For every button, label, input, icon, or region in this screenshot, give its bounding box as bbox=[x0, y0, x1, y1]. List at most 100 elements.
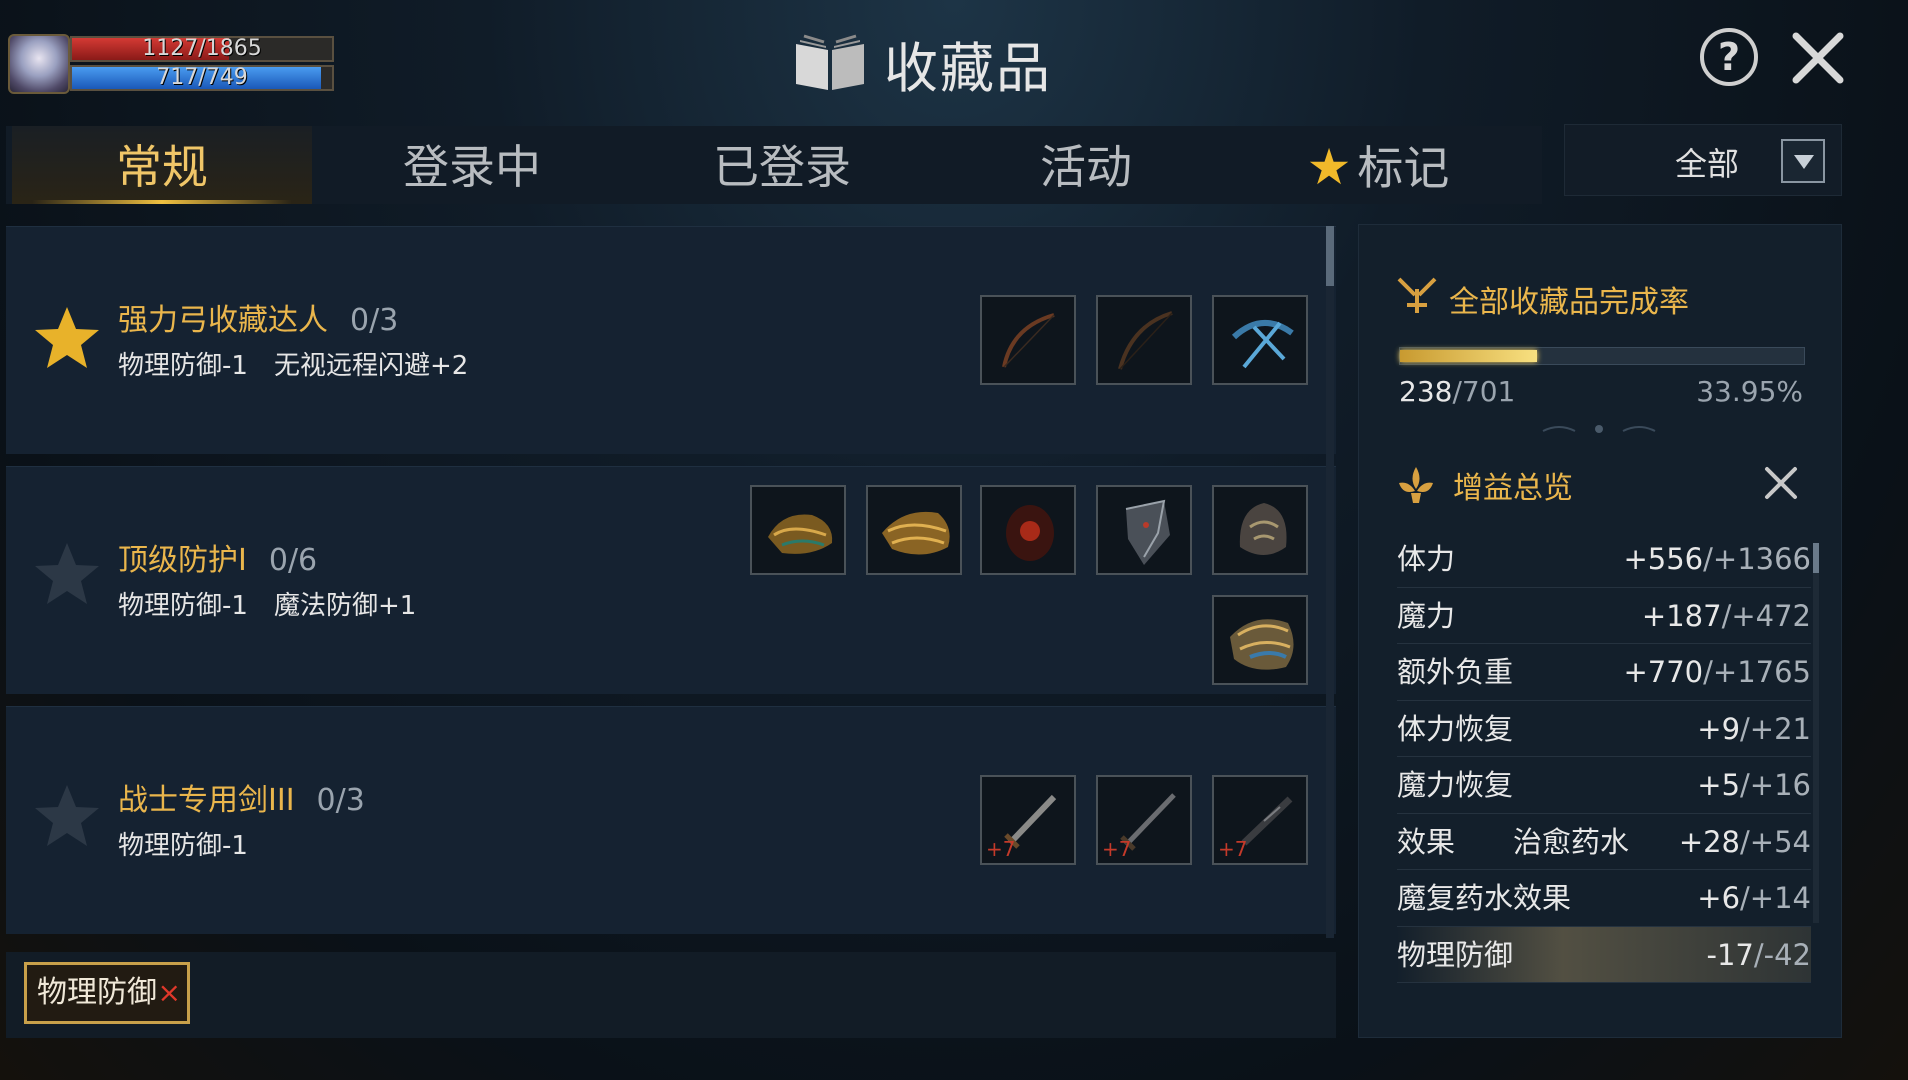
tab-label: 登录中 bbox=[403, 140, 541, 194]
item-slot[interactable] bbox=[1096, 295, 1192, 385]
stat-value: +6/+14 bbox=[1697, 870, 1811, 926]
stat-total: /+21 bbox=[1740, 711, 1811, 746]
chevron-down-icon[interactable] bbox=[1781, 139, 1825, 183]
stat-row: 魔复药水效果 +6/+14 bbox=[1397, 870, 1811, 927]
tab-general[interactable]: 常规 bbox=[12, 126, 312, 204]
item-slot[interactable]: +7 bbox=[1212, 775, 1308, 865]
list-scrollbar[interactable] bbox=[1326, 226, 1334, 938]
scrollbar-thumb[interactable] bbox=[1326, 226, 1334, 286]
item-slot[interactable] bbox=[1096, 485, 1192, 575]
stat-value: +187/+472 bbox=[1642, 588, 1811, 644]
stat-value: +556/+1366 bbox=[1623, 531, 1811, 587]
bonus-text: 魔法防御+1 bbox=[273, 591, 417, 621]
stat-scrollbar[interactable] bbox=[1813, 543, 1819, 923]
item-slot[interactable] bbox=[1212, 295, 1308, 385]
tab-label: 活动 bbox=[1040, 140, 1132, 194]
star-icon-filled[interactable] bbox=[32, 303, 102, 373]
gauntlet-icon bbox=[882, 511, 950, 555]
collection-bonuses: 物理防御-1 魔法防御+1 bbox=[118, 585, 416, 622]
collection-screen: 1127/1865 717/749 收藏品 ? 常规 登录中 已登录 活动 ★ … bbox=[0, 0, 1908, 1080]
collection-title: 顶级防护I 0/6 bbox=[118, 535, 317, 579]
item-slot[interactable]: +7 bbox=[980, 775, 1076, 865]
stat-value: +9/+21 bbox=[1697, 701, 1811, 757]
enhance-level: +7 bbox=[986, 837, 1016, 861]
bonus-text: 无视远程闪避+2 bbox=[273, 351, 469, 381]
gauntlet-icon bbox=[768, 514, 833, 554]
item-slot[interactable] bbox=[980, 485, 1076, 575]
tab-label: 标记 bbox=[1357, 141, 1450, 195]
crossbow-icon bbox=[1231, 319, 1294, 369]
filter-dropdown[interactable]: 全部 bbox=[1564, 124, 1842, 196]
collection-row[interactable]: 强力弓收藏达人 0/3 物理防御-1 无视远程闪避+2 bbox=[6, 226, 1336, 454]
stat-total: /+1765 bbox=[1703, 655, 1811, 689]
star-icon-empty[interactable] bbox=[32, 781, 102, 851]
tab-marked[interactable]: ★ 标记 bbox=[1228, 126, 1528, 204]
cloak-icon bbox=[1006, 505, 1054, 561]
stat-row: 魔力 +187/+472 bbox=[1397, 588, 1811, 644]
item-slot[interactable] bbox=[1212, 485, 1308, 575]
stat-total: /+472 bbox=[1721, 598, 1811, 633]
stat-value: +5/+16 bbox=[1697, 757, 1811, 813]
stat-value: +28/+54 bbox=[1679, 814, 1811, 870]
divider-ornament bbox=[1542, 425, 1656, 433]
completion-progress-fill bbox=[1400, 350, 1538, 362]
sword-crest-icon bbox=[1397, 277, 1437, 313]
collection-count: 0/3 bbox=[316, 783, 365, 818]
collection-row[interactable]: 战士专用剑III 0/3 物理防御-1 +7 +7 +7 bbox=[6, 706, 1336, 934]
help-button[interactable]: ? bbox=[1700, 28, 1758, 86]
bracer-icon bbox=[1230, 619, 1294, 670]
stat-row: 魔力恢复 +5/+16 bbox=[1397, 757, 1811, 814]
close-icon[interactable] bbox=[1759, 461, 1803, 505]
book-icon bbox=[790, 32, 870, 94]
item-slot[interactable] bbox=[750, 485, 846, 575]
scrollbar-thumb[interactable] bbox=[1813, 543, 1819, 573]
tab-label: 常规 bbox=[116, 140, 208, 194]
stat-name: 魔力恢复 bbox=[1397, 768, 1514, 802]
stat-value: +770/+1765 bbox=[1623, 644, 1811, 700]
stat-row: 效果 治愈药水 +28/+54 bbox=[1397, 814, 1811, 870]
stat-name: 额外负重 bbox=[1397, 655, 1514, 689]
collection-count: 0/3 bbox=[350, 303, 399, 338]
filter-tag[interactable]: 物理防御 × bbox=[24, 962, 190, 1024]
star-icon-empty[interactable] bbox=[32, 539, 102, 609]
remove-tag-icon[interactable]: × bbox=[158, 965, 181, 1021]
bonus-text: 物理防御-1 bbox=[118, 351, 248, 381]
helmet-icon bbox=[1239, 503, 1287, 555]
stat-total: /+14 bbox=[1740, 881, 1811, 915]
stat-current: +5 bbox=[1697, 768, 1741, 802]
item-slot[interactable] bbox=[1212, 595, 1308, 685]
player-avatar[interactable] bbox=[8, 34, 70, 94]
completion-progress bbox=[1399, 347, 1805, 365]
completion-title: 全部收藏品完成率 bbox=[1449, 285, 1689, 320]
fleur-icon bbox=[1399, 467, 1433, 503]
item-slot[interactable]: +7 bbox=[1096, 775, 1192, 865]
stat-row: 额外负重 +770/+1765 bbox=[1397, 644, 1811, 701]
stat-name: 体力恢复 bbox=[1397, 711, 1514, 746]
stat-row-highlighted[interactable]: 物理防御 -17/-42 bbox=[1397, 926, 1811, 983]
tab-registering[interactable]: 登录中 bbox=[322, 126, 622, 204]
collection-count: 0/6 bbox=[268, 543, 318, 578]
collection-bonuses: 物理防御-1 bbox=[118, 825, 248, 862]
item-slot[interactable] bbox=[866, 485, 962, 575]
completion-percent: 33.95% bbox=[1696, 375, 1803, 408]
stat-name: 体力 bbox=[1397, 542, 1456, 576]
close-button[interactable] bbox=[1786, 26, 1850, 90]
collection-row[interactable]: 顶级防护I 0/6 物理防御-1 魔法防御+1 bbox=[6, 466, 1336, 694]
buff-overview-title: 增益总览 bbox=[1453, 471, 1573, 506]
collection-title: 战士专用剑III 0/3 bbox=[118, 775, 365, 819]
filter-tag-bar: 物理防御 × bbox=[6, 952, 1336, 1038]
summary-panel: 全部收藏品完成率 238/701 33.95% 增益总览 体力 +556/+136… bbox=[1358, 224, 1842, 1038]
stat-current: +187 bbox=[1641, 598, 1722, 633]
stat-current: +770 bbox=[1623, 655, 1704, 689]
tab-registered[interactable]: 已登录 bbox=[632, 126, 932, 204]
stat-total: /-42 bbox=[1753, 937, 1811, 972]
tab-event[interactable]: 活动 bbox=[936, 126, 1236, 204]
stat-current: +6 bbox=[1697, 881, 1741, 915]
item-slot[interactable] bbox=[980, 295, 1076, 385]
star-icon: ★ bbox=[1306, 138, 1352, 196]
filter-tag-label: 物理防御 bbox=[37, 975, 157, 1010]
collection-name: 顶级防护I bbox=[118, 543, 247, 578]
filter-selected: 全部 bbox=[1675, 145, 1740, 183]
tab-label: 已登录 bbox=[713, 140, 851, 194]
close-icon bbox=[1792, 32, 1844, 84]
